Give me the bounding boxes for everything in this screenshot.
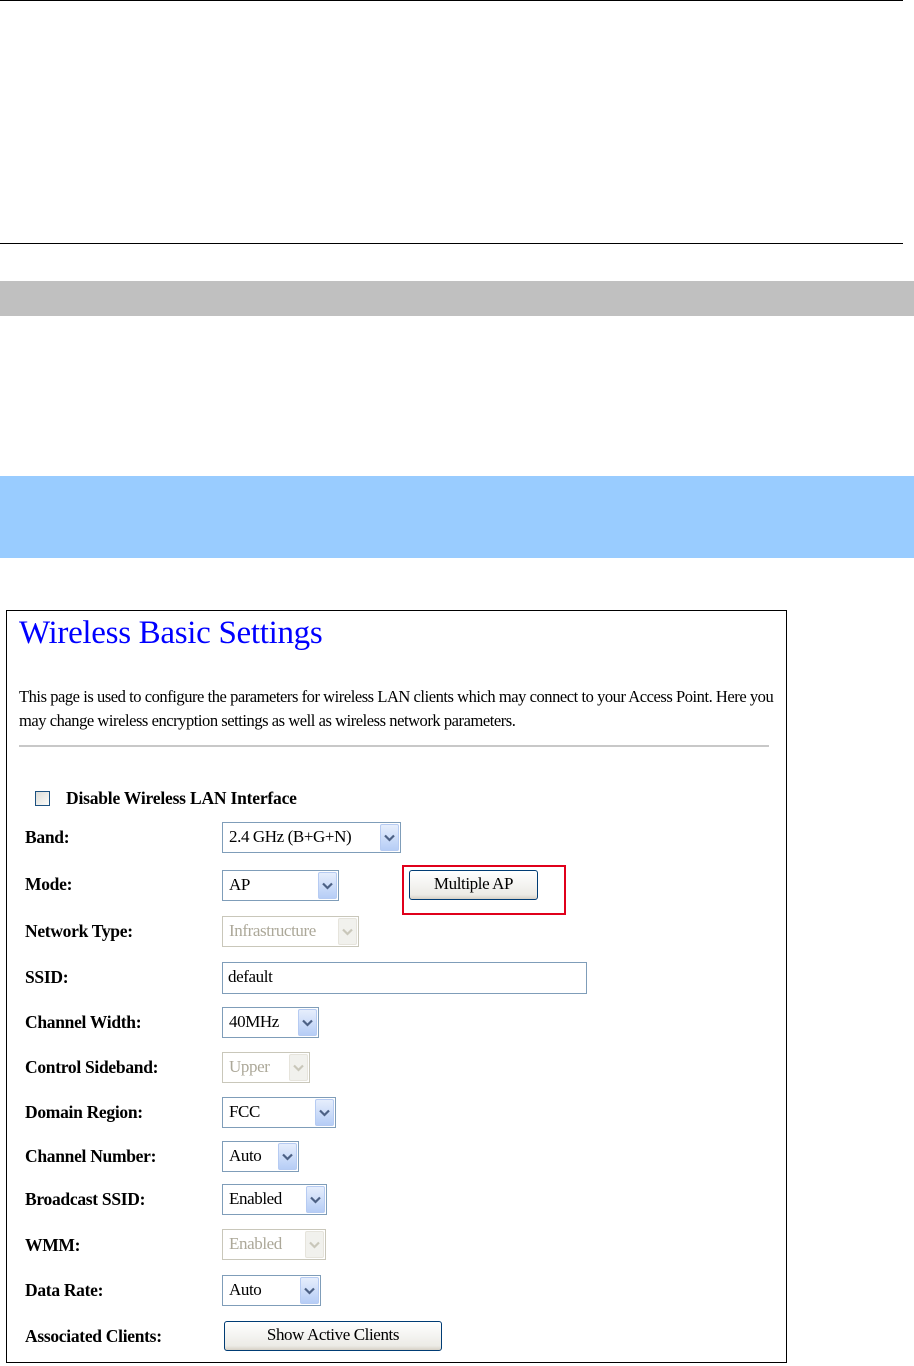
blue-section-bar: [0, 476, 914, 558]
page-title: Wireless Basic Settings: [19, 615, 323, 651]
domain-region-value: FCC: [229, 1102, 260, 1121]
domain-region-select[interactable]: FCC: [222, 1097, 336, 1128]
divider: [19, 745, 769, 747]
network-type-label: Network Type:: [25, 921, 133, 941]
show-active-clients-label: Show Active Clients: [266, 1325, 400, 1344]
disable-wlan-row: Disable Wireless LAN Interface: [35, 787, 297, 809]
chevron-down-icon: [300, 1277, 319, 1304]
broadcast-ssid-label: Broadcast SSID:: [25, 1189, 146, 1209]
network-type-select[interactable]: Infrastructure: [222, 916, 359, 947]
network-type-value: Infrastructure: [229, 921, 316, 940]
broadcast-ssid-select[interactable]: Enabled: [222, 1184, 327, 1215]
show-active-clients-button[interactable]: Show Active Clients: [224, 1321, 442, 1351]
channel-width-label: Channel Width:: [25, 1012, 142, 1032]
disable-wlan-label: Disable Wireless LAN Interface: [66, 787, 297, 808]
data-rate-value: Auto: [229, 1280, 262, 1299]
page-description: This page is used to configure the param…: [19, 687, 774, 730]
chevron-down-icon: [289, 1054, 308, 1081]
chevron-down-icon: [318, 872, 337, 899]
wmm-select[interactable]: Enabled: [222, 1229, 326, 1260]
chevron-down-icon: [338, 918, 357, 945]
channel-width-value: 40MHz: [229, 1012, 279, 1031]
wmm-value: Enabled: [229, 1234, 282, 1253]
data-rate-select[interactable]: Auto: [222, 1275, 321, 1306]
ssid-input[interactable]: default: [222, 962, 587, 994]
channel-number-label: Channel Number:: [25, 1146, 157, 1166]
mode-select[interactable]: AP: [222, 870, 339, 901]
band-value: 2.4 GHz (B+G+N): [229, 827, 352, 846]
chevron-down-icon: [305, 1231, 324, 1258]
ssid-value: default: [228, 967, 273, 986]
chevron-down-icon: [380, 824, 399, 851]
band-select[interactable]: 2.4 GHz (B+G+N): [222, 822, 401, 853]
wmm-label: WMM:: [25, 1235, 81, 1255]
data-rate-label: Data Rate:: [25, 1280, 104, 1300]
ssid-label: SSID:: [25, 967, 69, 987]
chevron-down-icon: [315, 1099, 334, 1126]
channel-number-select[interactable]: Auto: [222, 1141, 299, 1172]
disable-wlan-checkbox[interactable]: [35, 790, 50, 806]
control-sideband-select[interactable]: Upper: [222, 1052, 310, 1083]
chevron-down-icon: [306, 1186, 325, 1213]
highlight-box: [402, 865, 566, 915]
control-sideband-label: Control Sideband:: [25, 1057, 159, 1077]
band-label: Band:: [25, 827, 70, 847]
gray-section-bar: [0, 281, 914, 316]
channel-number-value: Auto: [229, 1146, 262, 1165]
header-rule: [0, 243, 903, 244]
top-rule: [0, 0, 903, 1]
associated-clients-label: Associated Clients:: [25, 1326, 162, 1346]
broadcast-ssid-value: Enabled: [229, 1189, 282, 1208]
chevron-down-icon: [278, 1143, 297, 1170]
channel-width-select[interactable]: 40MHz: [222, 1007, 319, 1038]
control-sideband-value: Upper: [229, 1057, 270, 1076]
mode-label: Mode:: [25, 874, 73, 894]
domain-region-label: Domain Region:: [25, 1102, 143, 1122]
chevron-down-icon: [298, 1009, 317, 1036]
wireless-settings-screenshot: Wireless Basic Settings This page is use…: [6, 610, 787, 1363]
mode-value: AP: [229, 875, 250, 894]
